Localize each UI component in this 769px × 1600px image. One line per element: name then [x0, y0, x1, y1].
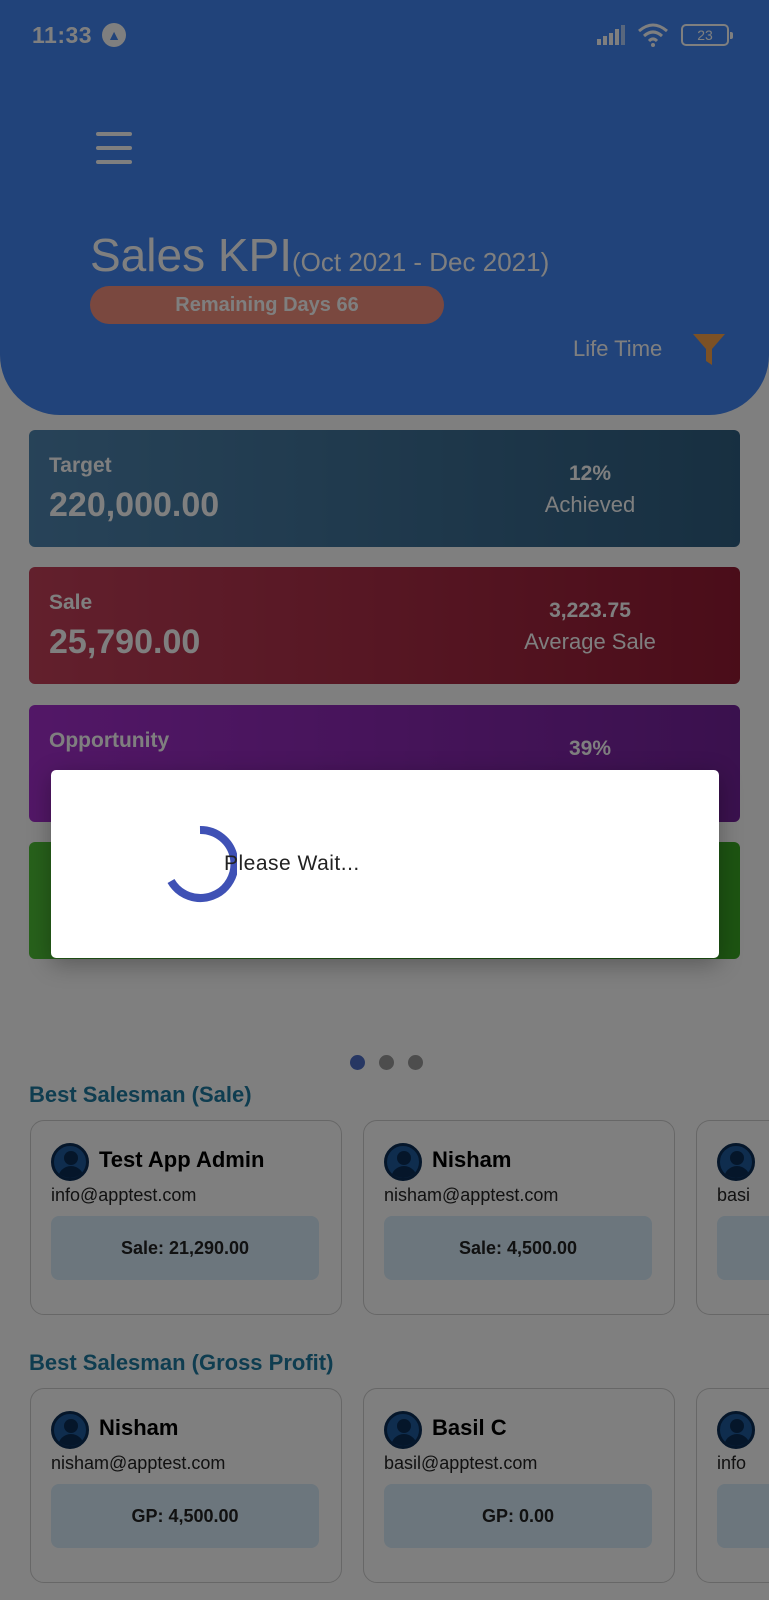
loading-dialog: Please Wait...: [51, 770, 719, 958]
loading-message: Please Wait...: [224, 852, 360, 875]
